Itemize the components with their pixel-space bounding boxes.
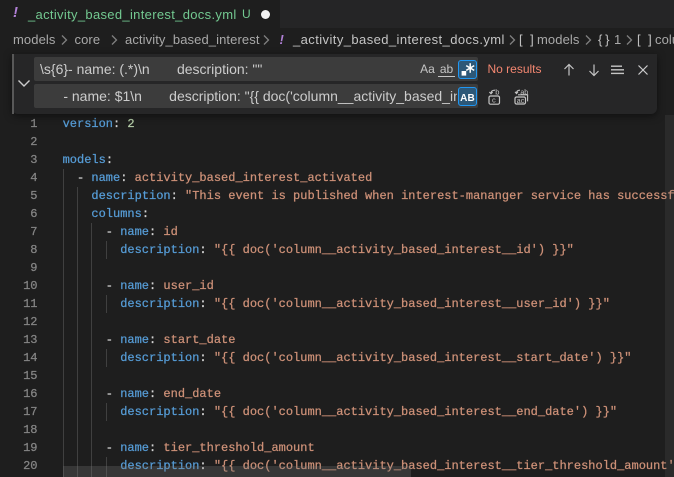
svg-text:c: c [492, 96, 496, 105]
svg-text:ac: ac [516, 98, 524, 105]
